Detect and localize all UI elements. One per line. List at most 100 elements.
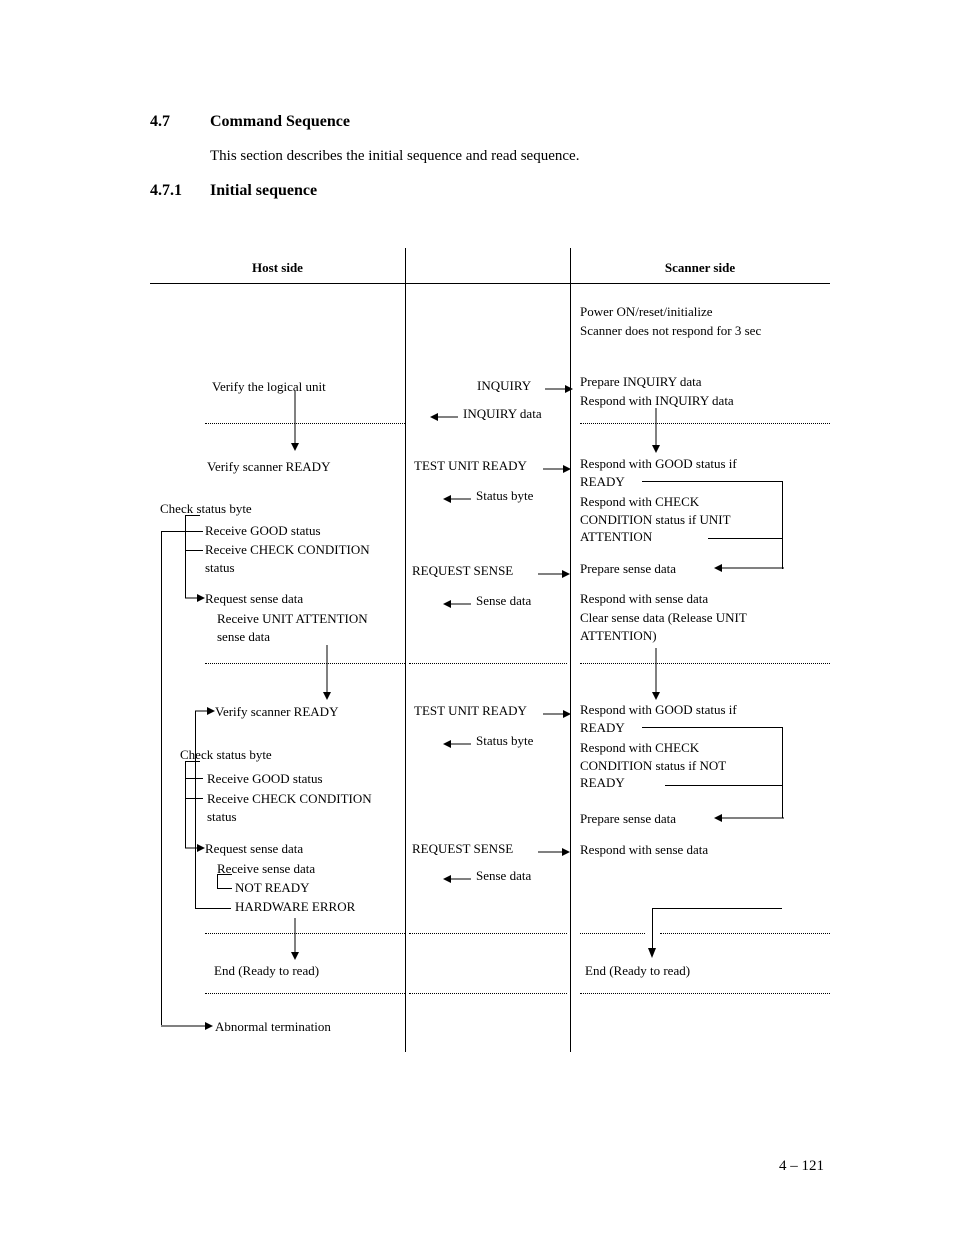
sequence-diagram: Host side Scanner side Power ON/reset/in… — [150, 248, 830, 1078]
dotted-3a — [205, 933, 405, 934]
arrow-left-icon — [443, 740, 471, 748]
section-number-2: 4.7.1 — [150, 182, 182, 200]
branch-arrow-icon — [161, 1022, 213, 1030]
scanner-resp-inq: Respond with INQUIRY data — [580, 392, 734, 410]
flow-arrow-scanner-2 — [651, 648, 661, 700]
arrow-right-icon — [545, 385, 570, 393]
host-recv-check-1: Receive CHECK CONDITION status — [205, 541, 400, 576]
bracket-2-m1 — [185, 778, 203, 779]
scanner-prep-sense-2: Prepare sense data — [580, 810, 676, 828]
header-line — [150, 283, 830, 284]
arrow-left-icon — [714, 814, 784, 822]
mid-status-1: Status byte — [476, 488, 533, 504]
host-recv-good-1: Receive GOOD status — [205, 522, 321, 540]
loop-line-1 — [195, 711, 196, 908]
scanner-prep-inq: Prepare INQUIRY data — [580, 373, 702, 391]
dotted-3d — [660, 933, 830, 934]
arrow-right-icon — [543, 710, 570, 718]
scanner-no-respond: Scanner does not respond for 3 sec — [580, 322, 761, 340]
dotted-2a — [205, 663, 405, 664]
mid-status-2: Status byte — [476, 733, 533, 749]
host-abnormal: Abnormal termination — [215, 1018, 331, 1036]
scanner-resp-sense-2: Respond with sense data — [580, 841, 708, 859]
arrow-left-icon — [430, 413, 458, 421]
host-recv-good-2: Receive GOOD status — [207, 770, 323, 788]
inner-bracket-v — [217, 874, 218, 888]
host-verify-ready-2: Verify scanner READY — [215, 703, 338, 721]
host-verify-ready-1: Verify scanner READY — [207, 458, 330, 476]
divider-right — [570, 248, 571, 1052]
arrow-left-icon — [443, 875, 471, 883]
section-title-2: Initial sequence — [210, 182, 317, 200]
scanner-prep-sense-1: Prepare sense data — [580, 560, 676, 578]
scanner-line-1b — [708, 538, 782, 539]
intro-text: This section describes the initial seque… — [210, 148, 579, 165]
dotted-3b — [409, 933, 567, 934]
abnormal-loop-top — [161, 531, 185, 532]
host-end: End (Ready to read) — [214, 962, 319, 980]
arrow-right-icon — [538, 570, 570, 578]
scanner-line-2v — [782, 727, 783, 818]
arrow-left-icon — [443, 495, 471, 503]
scanner-power: Power ON/reset/initialize — [580, 303, 713, 321]
host-hw-error: HARDWARE ERROR — [235, 898, 355, 916]
dotted-1a — [205, 423, 405, 424]
page-number: 4 – 121 — [779, 1158, 824, 1175]
arrow-right-icon — [543, 465, 570, 473]
flow-arrow-host-1 — [290, 391, 300, 451]
scanner-end: End (Ready to read) — [585, 962, 690, 980]
section-title-1: Command Sequence — [210, 113, 350, 131]
host-recv-check-2: Receive CHECK CONDITION status — [207, 790, 402, 825]
dotted-2b — [409, 663, 567, 664]
flow-arrow-scanner-1 — [651, 408, 661, 453]
flow-arrow-scanner-end — [647, 948, 657, 960]
host-recv-ua: Receive UNIT ATTENTION sense data — [217, 610, 397, 645]
mid-reqsense-2: REQUEST SENSE — [412, 841, 513, 857]
arrow-left-icon — [443, 600, 471, 608]
branch-arrow-icon — [185, 844, 203, 852]
scanner-resp-good-2: Respond with GOOD status if READY — [580, 701, 780, 736]
divider-left — [405, 248, 406, 1052]
bracket-2-top — [185, 761, 200, 762]
dotted-4c — [580, 993, 830, 994]
scanner-resp-good-1: Respond with GOOD status if READY — [580, 455, 780, 490]
host-verify-lu: Verify the logical unit — [212, 378, 326, 396]
scanner-clear-sense: Clear sense data (Release UNIT ATTENTION… — [580, 609, 760, 644]
mid-tur-2: TEST UNIT READY — [414, 703, 527, 719]
mid-inquiry-data: INQUIRY data — [463, 406, 542, 422]
host-check-status-1: Check status byte — [160, 500, 252, 518]
inner-bracket-m — [217, 888, 232, 889]
dotted-2c — [580, 663, 830, 664]
bracket-2-outer — [185, 761, 186, 848]
bracket-2-m2 — [185, 798, 203, 799]
abnormal-loop-v — [161, 531, 162, 1025]
inner-bracket-t — [217, 874, 232, 875]
scanner-header: Scanner side — [570, 260, 830, 276]
mid-tur-1: TEST UNIT READY — [414, 458, 527, 474]
bracket-1-top — [185, 515, 200, 516]
mid-reqsense-1: REQUEST SENSE — [412, 563, 513, 579]
loop-line-1h — [195, 908, 231, 909]
arrow-right-icon — [538, 848, 570, 856]
section-number-1: 4.7 — [150, 113, 170, 131]
flow-arrow-host-end — [290, 918, 300, 960]
branch-arrow-icon — [185, 594, 203, 602]
bracket-1-outer — [185, 515, 186, 598]
flow-arrow-host-2 — [322, 645, 332, 700]
host-header: Host side — [150, 260, 405, 276]
dotted-3c — [580, 933, 645, 934]
scanner-resp-sense-1: Respond with sense data — [580, 590, 708, 608]
scanner-line-2a — [642, 727, 782, 728]
dotted-4a — [205, 993, 405, 994]
host-req-sense-1: Request sense data — [205, 590, 303, 608]
scanner-line-2b — [665, 785, 782, 786]
mid-sensedata-1: Sense data — [476, 593, 531, 609]
page: 4.7 Command Sequence This section descri… — [0, 0, 954, 1235]
arrow-left-icon — [714, 564, 784, 572]
scanner-resp-check-2: Respond with CHECK CONDITION status if N… — [580, 739, 760, 792]
mid-inquiry: INQUIRY — [477, 378, 531, 394]
bracket-1-mid2 — [185, 550, 203, 551]
mid-sensedata-2: Sense data — [476, 868, 531, 884]
scanner-line-1v — [782, 481, 783, 569]
scanner-end-h — [652, 908, 782, 909]
